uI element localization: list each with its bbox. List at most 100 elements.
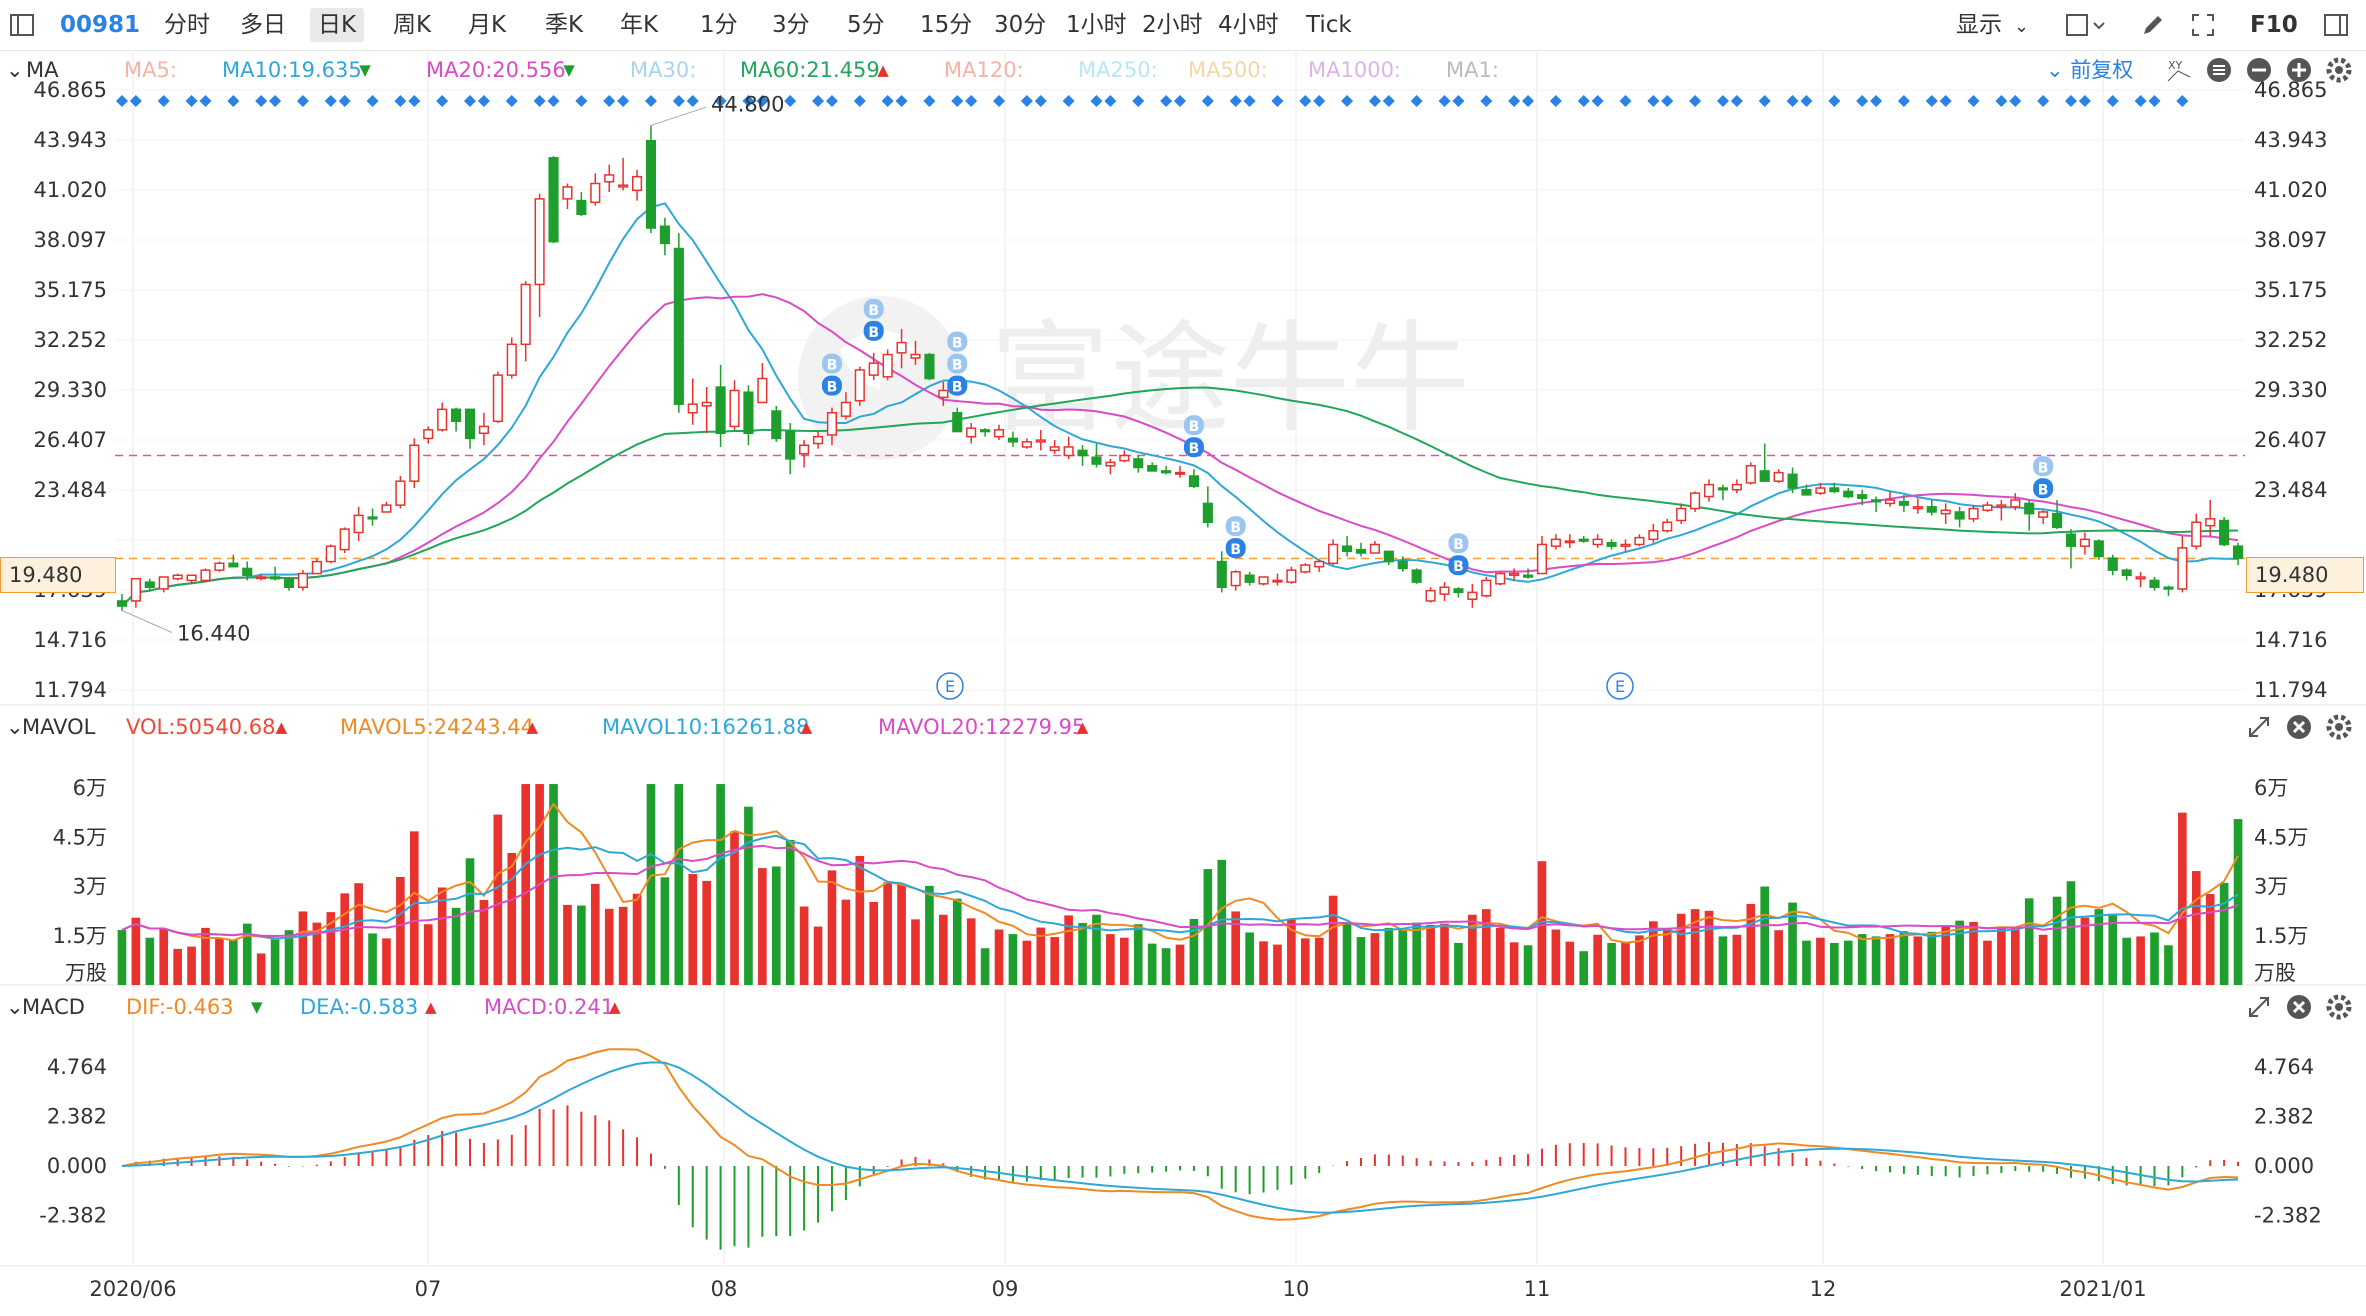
arrow-down-icon: ▼ [563,61,575,79]
candle-body [520,283,531,346]
candle-body [1063,446,1074,457]
candle-body [1954,511,1965,520]
buy-marker[interactable]: B [821,353,842,374]
buy-marker[interactable]: B [1225,516,1246,537]
y-axis-label: 43.943 [2254,128,2327,152]
volume-bar [465,858,475,985]
buy-marker-text: B [1453,537,1464,553]
gear-icon[interactable] [2324,55,2354,85]
buy-marker[interactable]: B [1448,555,1469,576]
log-scale-icon[interactable]: XY [2164,55,2194,85]
macd-y-axis-label: 0.000 [47,1154,107,1178]
candle-body [1119,454,1130,462]
diamond-marker [1062,95,1075,107]
volume-bar [590,883,600,985]
macd-y-axis-label: 2.382 [47,1105,107,1129]
diamond-marker [1800,95,1813,107]
volume-bar [173,948,182,985]
candle-body [896,341,907,354]
diamond-marker [1522,95,1535,107]
candle-body [381,504,392,513]
diamond-marker [1786,95,1799,107]
volume-bar [716,784,725,985]
buy-marker-text: B [1230,520,1241,536]
buy-marker[interactable]: B [947,331,968,352]
diamond-marker [575,95,588,107]
macd-y-axis-label: -2.382 [39,1204,107,1228]
expand-icon[interactable] [2244,992,2274,1022]
diamond-marker [853,95,866,107]
close-icon[interactable] [2284,712,2314,742]
buy-marker[interactable]: B [947,353,968,374]
add-indicator-icon[interactable] [2284,55,2314,85]
buy-marker[interactable]: B [863,320,884,341]
indicator-value: MAVOL10:16261.88 [602,715,810,739]
candle-body [1328,543,1339,565]
kline-chart[interactable]: 富途牛牛 44.80016.440BBBBBBBBBBBBBBBE E 2020/… [0,0,2366,1316]
buy-marker[interactable]: B [821,375,842,396]
candle-body [1564,540,1575,544]
candle-body [1495,572,1506,585]
diamond-marker [1967,95,1980,107]
buy-marker[interactable]: B [2033,478,2054,499]
volume-bar [479,899,489,985]
volume-bar [2233,819,2243,985]
candle-body [1606,542,1617,547]
macd-collapse-chevron[interactable]: ⌄ [6,989,24,1025]
macd-y-axis-label: -2.382 [2254,1204,2322,1228]
candle-body [1286,569,1297,583]
close-icon[interactable] [2284,992,2314,1022]
candle-body [2079,538,2090,547]
diamond-marker [1271,95,1284,107]
diamond-marker [825,95,838,107]
diamond-marker [324,95,337,107]
volume-bar [799,906,809,985]
buy-marker-text: B [1230,542,1241,558]
candle-body [1578,538,1589,542]
buy-marker[interactable]: B [1225,538,1246,559]
buy-marker[interactable]: B [1183,415,1204,436]
vol-y-axis-label: 3万 [2254,875,2288,899]
macd-y-axis-label: 0.000 [2254,1154,2314,1178]
settings-circle-icon[interactable] [2204,55,2234,85]
current-price-tag-right: 19.480 [2246,557,2364,593]
y-axis-label: 14.716 [2254,628,2327,652]
buy-marker[interactable]: B [1448,533,1469,554]
candle-body [1216,560,1227,588]
volume-bar [980,948,990,985]
expand-icon[interactable] [2244,712,2274,742]
volume-bar [897,883,906,985]
arrow-up-icon: ▲ [1076,718,1089,736]
gear-icon[interactable] [2324,992,2354,1022]
volume-bar [242,923,252,985]
arrow-up-icon: ▲ [877,61,889,79]
remove-indicator-icon[interactable] [2244,55,2274,85]
candle-body [2038,511,2049,518]
volume-bar [1523,945,1533,985]
candle-body [409,444,420,482]
vol-collapse-chevron[interactable]: ⌄ [6,709,24,745]
indicator-value: MAVOL20:12279.95 [878,715,1086,739]
candle-body [1355,548,1367,554]
diamond-marker [2176,95,2189,107]
candle-body [910,353,921,359]
buy-marker[interactable]: B [863,298,884,319]
candle-body [1425,589,1436,602]
gear-icon[interactable] [2324,712,2354,742]
candle-body [1940,509,1951,515]
buy-marker[interactable]: B [947,375,968,396]
candle-body [423,429,434,440]
candle-body [2051,512,2063,529]
adjust-dropdown[interactable]: ⌄ 前复权 [2046,52,2133,88]
diamond-marker [1577,95,1590,107]
diamond-marker [1341,95,1354,107]
buy-marker[interactable]: B [2033,456,2054,477]
indicator-value: MA20:20.556 [426,58,566,82]
buy-marker[interactable]: B [1183,437,1204,458]
main-collapse-chevron[interactable]: ⌄ [6,52,24,88]
volume-bar [1843,940,1853,985]
candle-body [2177,547,2188,590]
buy-marker-text: B [2038,460,2049,476]
candle-body [144,581,155,588]
macd-y-axis-label: 4.764 [2254,1055,2314,1079]
